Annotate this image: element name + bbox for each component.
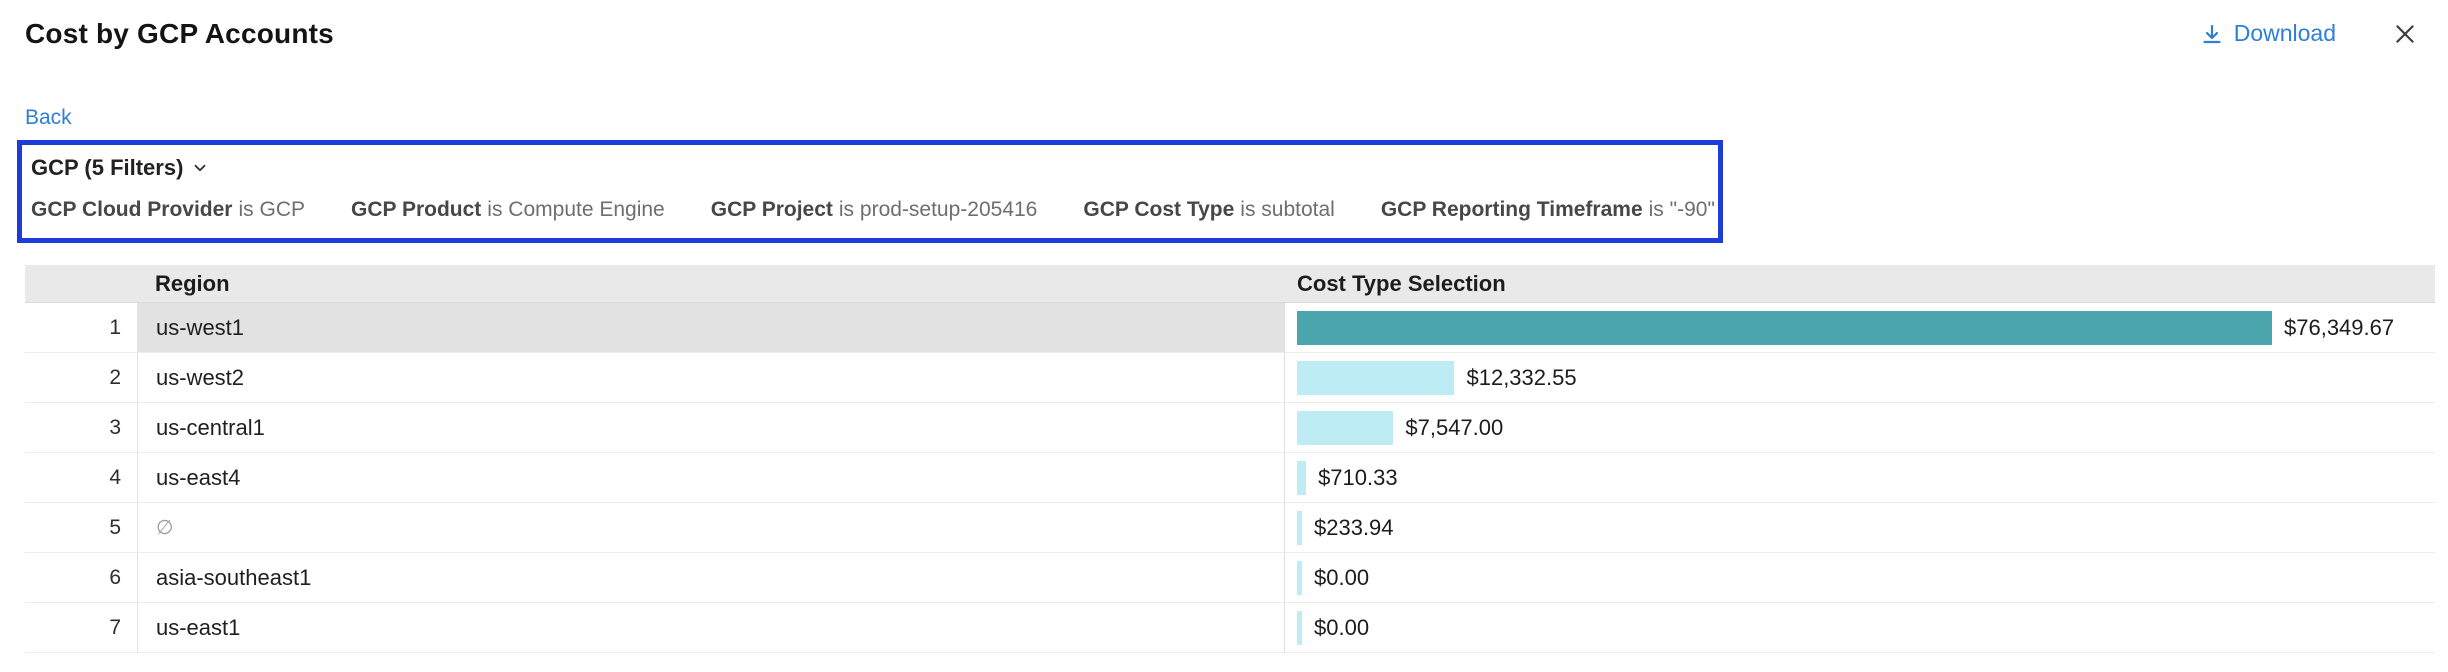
cost-cell: $0.00: [1285, 553, 2435, 602]
filter-condition: is Compute Engine: [487, 198, 664, 221]
cost-value: $76,349.67: [2284, 315, 2394, 341]
row-number: 4: [25, 453, 137, 502]
cost-bar: [1297, 511, 1302, 545]
row-number: 3: [25, 403, 137, 452]
cost-bar: [1297, 461, 1306, 495]
panel-header: Cost by GCP Accounts Download: [0, 0, 2448, 50]
region-cell: us-east4: [137, 453, 1285, 502]
filter-label: GCP Cloud Provider: [31, 198, 232, 221]
column-header-index: [25, 265, 137, 302]
close-button[interactable]: [2392, 21, 2418, 47]
region-cell: us-central1: [137, 403, 1285, 452]
filter-label: GCP Project: [711, 198, 833, 221]
table-row[interactable]: 5 ∅ $233.94: [25, 503, 2435, 553]
filter-item-reporting-timeframe: GCP Reporting Timeframe is "-90": [1381, 198, 1715, 222]
filter-condition: is prod-setup-205416: [839, 198, 1037, 221]
region-cell: ∅: [137, 503, 1285, 552]
cost-cell: $710.33: [1285, 453, 2435, 502]
cost-bar: [1297, 611, 1302, 645]
region-cell: us-west1: [137, 303, 1285, 352]
row-number: 7: [25, 603, 137, 652]
cost-cell: $12,332.55: [1285, 353, 2435, 402]
row-number: 5: [25, 503, 137, 552]
region-cell: asia-southeast1: [137, 553, 1285, 602]
cost-value: $0.00: [1314, 565, 1369, 591]
table-row[interactable]: 3 us-central1 $7,547.00: [25, 403, 2435, 453]
table-row[interactable]: 7 us-east1 $0.00: [25, 603, 2435, 653]
cost-cell: $7,547.00: [1285, 403, 2435, 452]
region-cell: us-west2: [137, 353, 1285, 402]
close-icon: [2392, 21, 2418, 47]
filter-label: GCP Reporting Timeframe: [1381, 198, 1643, 221]
filter-item-project: GCP Project is prod-setup-205416: [711, 198, 1038, 222]
filter-item-cost-type: GCP Cost Type is subtotal: [1083, 198, 1334, 222]
back-link[interactable]: Back: [25, 106, 72, 130]
filters-summary-label: GCP (5 Filters): [31, 155, 183, 181]
filter-condition: is "-90": [1649, 198, 1715, 221]
table-row[interactable]: 1 us-west1 $76,349.67: [25, 303, 2435, 353]
cost-bar: [1297, 561, 1302, 595]
download-label: Download: [2234, 20, 2336, 47]
download-icon: [2200, 22, 2224, 46]
cost-by-gcp-accounts-panel: Cost by GCP Accounts Download Back GCP (…: [0, 0, 2448, 653]
row-number: 6: [25, 553, 137, 602]
filter-item-cloud-provider: GCP Cloud Provider is GCP: [31, 198, 305, 222]
cost-cell: $0.00: [1285, 603, 2435, 652]
cost-value: $0.00: [1314, 615, 1369, 641]
cost-value: $233.94: [1314, 515, 1394, 541]
cost-value: $7,547.00: [1405, 415, 1503, 441]
column-header-region[interactable]: Region: [137, 265, 1285, 302]
filter-item-product: GCP Product is Compute Engine: [351, 198, 665, 222]
cost-bar: [1297, 411, 1393, 445]
chevron-down-icon: [191, 159, 209, 177]
row-number: 1: [25, 303, 137, 352]
table-header-row: Region Cost Type Selection: [25, 265, 2435, 303]
filter-condition: is subtotal: [1240, 198, 1335, 221]
header-actions: Download: [2200, 18, 2418, 47]
filters-summary-toggle[interactable]: GCP (5 Filters): [31, 155, 209, 181]
filters-list: GCP Cloud Provider is GCP GCP Product is C…: [31, 198, 1704, 222]
cost-value: $710.33: [1318, 465, 1398, 491]
page-title: Cost by GCP Accounts: [25, 18, 334, 50]
column-header-cost[interactable]: Cost Type Selection: [1285, 265, 2435, 302]
cost-bar: [1297, 311, 2272, 345]
cost-table: Region Cost Type Selection 1 us-west1 $7…: [25, 265, 2435, 653]
table-row[interactable]: 4 us-east4 $710.33: [25, 453, 2435, 503]
filter-label: GCP Cost Type: [1083, 198, 1234, 221]
cost-cell: $233.94: [1285, 503, 2435, 552]
table-row[interactable]: 6 asia-southeast1 $0.00: [25, 553, 2435, 603]
cost-cell: $76,349.67: [1285, 303, 2435, 352]
download-button[interactable]: Download: [2200, 20, 2336, 47]
filter-label: GCP Product: [351, 198, 481, 221]
region-cell: us-east1: [137, 603, 1285, 652]
filter-condition: is GCP: [238, 198, 305, 221]
filters-panel: GCP (5 Filters) GCP Cloud Provider is GCP…: [17, 140, 1723, 243]
cost-bar: [1297, 361, 1454, 395]
row-number: 2: [25, 353, 137, 402]
table-row[interactable]: 2 us-west2 $12,332.55: [25, 353, 2435, 403]
cost-value: $12,332.55: [1466, 365, 1576, 391]
